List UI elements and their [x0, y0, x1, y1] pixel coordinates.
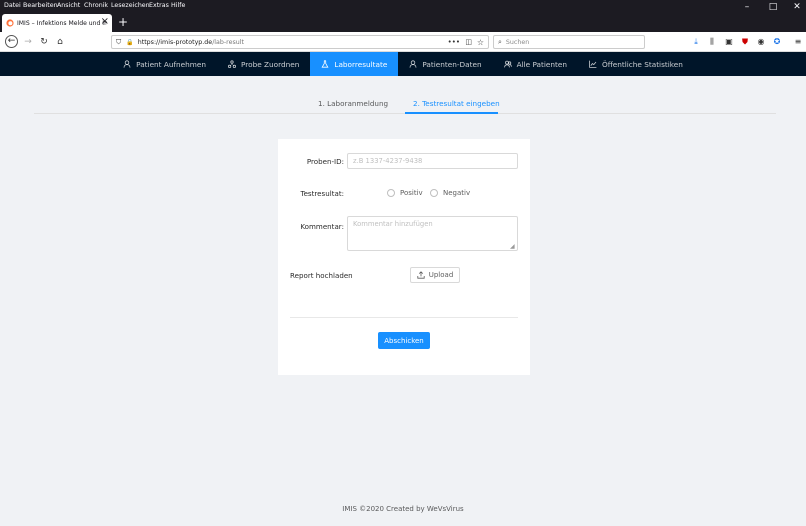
shield-icon[interactable]: ⛉: [116, 38, 121, 47]
reload-icon[interactable]: ↻: [38, 36, 50, 48]
app-navigation: Patient Aufnehmen Probe Zuordnen Laborre…: [0, 52, 806, 76]
account-icon[interactable]: ◉: [756, 37, 766, 47]
extension-icon[interactable]: ✪: [772, 37, 782, 47]
nav-oeffentliche-statistiken[interactable]: Öffentliche Statistiken: [578, 52, 694, 76]
menu-hilfe[interactable]: Hilfe: [171, 2, 185, 9]
browser-menubar: Datei Bearbeiten Ansicht Chronik Lesezei…: [0, 0, 806, 12]
pocket-icon[interactable]: ◫: [465, 38, 472, 46]
experiment-icon: [321, 60, 329, 68]
tab-close-icon[interactable]: ×: [101, 16, 109, 28]
minimize-icon[interactable]: –: [737, 2, 757, 12]
radio-negativ[interactable]: Negativ: [430, 189, 470, 197]
radio-negativ-label: Negativ: [443, 189, 471, 197]
nav-label: Patient Aufnehmen: [136, 59, 207, 69]
report-label: Report hochladen: [290, 271, 353, 280]
step-laboranmeldung[interactable]: 1. Laboranmeldung: [318, 99, 388, 108]
search-field[interactable]: ⌕ Suchen: [493, 35, 645, 49]
hamburger-menu-icon[interactable]: ≡: [793, 37, 803, 47]
bookmark-star-icon[interactable]: ☆: [477, 38, 484, 47]
deployment-icon: [228, 60, 237, 68]
upload-icon: [417, 271, 425, 279]
user-icon: [123, 60, 131, 68]
url-domain: https://imis-prototyp.de: [137, 38, 213, 46]
radio-circle[interactable]: [430, 189, 438, 197]
proben-id-label: Proben-ID:: [306, 157, 344, 166]
nav-label: Öffentliche Statistiken: [601, 59, 683, 69]
nav-patienten-daten[interactable]: Patienten-Daten: [398, 52, 492, 76]
nav-label: Alle Patienten: [516, 59, 567, 69]
home-icon[interactable]: ⌂: [54, 36, 66, 48]
nav-alle-patienten[interactable]: Alle Patienten: [493, 52, 578, 76]
browser-tab[interactable]: IMIS – Infektions Melde und In ×: [2, 14, 112, 32]
tab-title: IMIS – Infektions Melde und In: [17, 19, 107, 27]
menu-chronik[interactable]: Chronik: [84, 2, 108, 9]
menu-ansicht[interactable]: Ansicht: [57, 2, 80, 9]
proben-id-input[interactable]: z.B 1337-4237-9438: [347, 153, 518, 169]
download-icon[interactable]: ⤓: [691, 37, 701, 47]
step-testresultat-eingeben[interactable]: 2. Testresultat eingeben: [413, 99, 500, 108]
user-icon: [409, 60, 417, 68]
kommentar-textarea[interactable]: Kommentar hinzufügen: [347, 216, 518, 251]
url-bar[interactable]: ⛉ 🔒 https://imis-prototyp.de/lab-result …: [111, 35, 489, 49]
url-path: /lab-result: [212, 38, 245, 46]
nav-patient-aufnehmen[interactable]: Patient Aufnehmen: [112, 52, 217, 76]
menu-extras[interactable]: Extras: [149, 2, 169, 9]
firefox-favicon-icon: [6, 19, 14, 27]
library-icon[interactable]: ⫼: [707, 37, 717, 47]
back-icon[interactable]: ←: [5, 35, 18, 48]
search-placeholder: Suchen: [505, 38, 530, 46]
menu-bearbeiten[interactable]: Bearbeiten: [23, 2, 58, 9]
line-chart-icon: [589, 60, 597, 68]
page-footer: IMIS ©2020 Created by WeVsVirus: [342, 505, 464, 513]
team-icon: [503, 60, 512, 68]
nav-label: Patienten-Daten: [422, 59, 482, 69]
maximize-icon[interactable]: □: [763, 2, 783, 12]
page-actions-icon[interactable]: •••: [448, 38, 460, 46]
new-tab-icon[interactable]: +: [118, 14, 128, 30]
submit-label: Abschicken: [384, 336, 424, 345]
upload-label: Upload: [428, 271, 454, 279]
lock-icon: 🔒: [126, 38, 134, 46]
radio-positiv-label: Positiv: [400, 189, 423, 197]
resize-handle-icon[interactable]: ◢: [510, 243, 515, 250]
form-divider: [290, 317, 518, 318]
active-step-indicator: [405, 112, 498, 114]
sidebar-icon[interactable]: ▣: [724, 37, 734, 47]
menu-lesezeichen[interactable]: Lesezeichen: [111, 2, 150, 9]
radio-positiv[interactable]: Positiv: [387, 189, 423, 197]
radio-circle[interactable]: [387, 189, 395, 197]
submit-button[interactable]: Abschicken: [378, 332, 430, 349]
forward-icon[interactable]: →: [22, 36, 34, 48]
menu-datei[interactable]: Datei: [4, 2, 21, 9]
upload-button[interactable]: Upload: [410, 267, 460, 283]
nav-label: Probe Zuordnen: [241, 59, 300, 69]
testresultat-label: Testresultat:: [300, 189, 344, 198]
ublock-icon[interactable]: ⛊: [740, 37, 750, 47]
kommentar-label: Kommentar:: [300, 222, 344, 231]
nav-laborresultate[interactable]: Laborresultate: [310, 52, 399, 76]
window-close-icon[interactable]: ✕: [787, 2, 806, 12]
nav-probe-zuordnen[interactable]: Probe Zuordnen: [217, 52, 310, 76]
nav-label: Laborresultate: [334, 59, 388, 69]
search-icon: ⌕: [498, 37, 502, 46]
